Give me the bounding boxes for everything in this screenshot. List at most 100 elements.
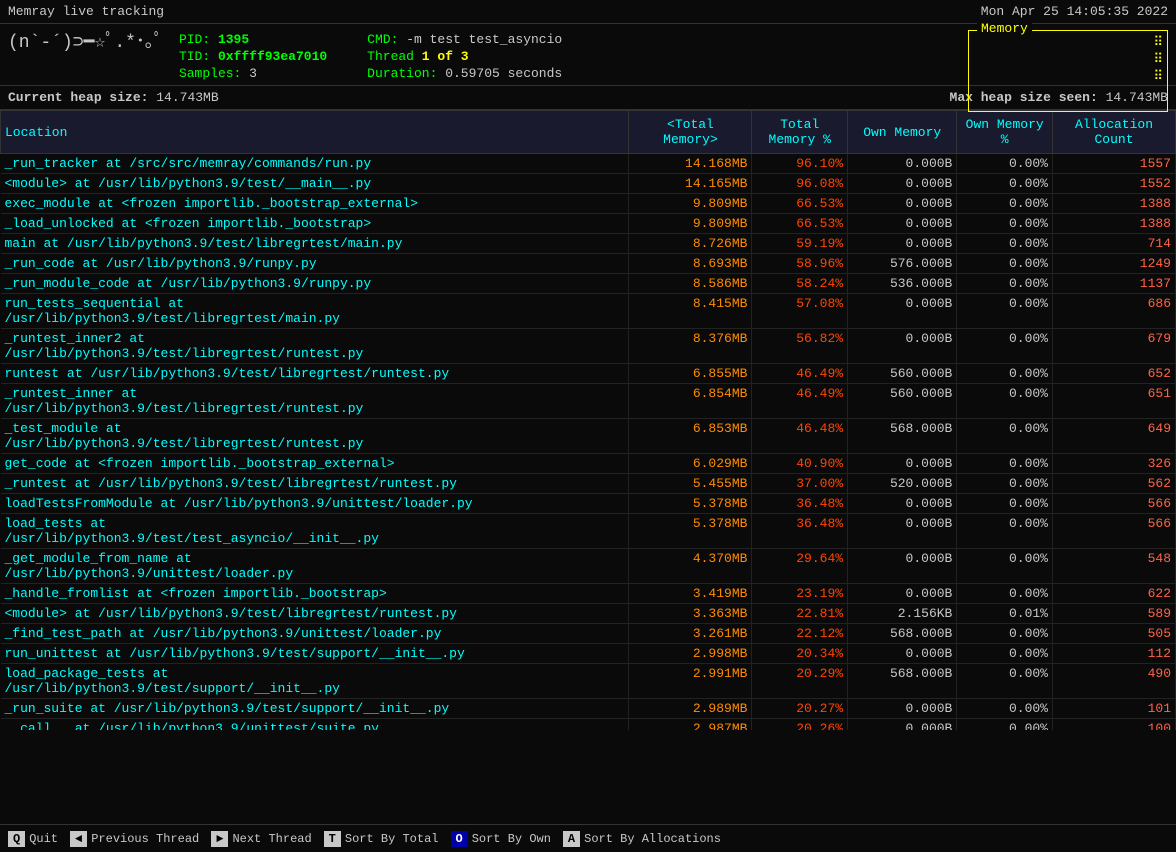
cell-alloc: 1557 (1052, 154, 1175, 174)
cell-location: get_code at <frozen importlib._bootstrap… (1, 454, 629, 474)
sort-own-key[interactable]: O (451, 831, 468, 847)
table-row: _test_module at /usr/lib/python3.9/test/… (1, 419, 1176, 454)
cell-total-pct: 66.53% (752, 194, 848, 214)
sort-own-label: Sort By Own (472, 832, 551, 846)
cell-own-pct: 0.00% (957, 699, 1053, 719)
cell-total: 6.855MB (629, 364, 752, 384)
memory-box: Memory ⠿ ⠿ ⠿ (968, 30, 1168, 112)
cell-own-pct: 0.00% (957, 294, 1053, 329)
cell-total-pct: 57.08% (752, 294, 848, 329)
table-body: _run_tracker at /src/src/memray/commands… (1, 154, 1176, 731)
table-row: runtest at /usr/lib/python3.9/test/libre… (1, 364, 1176, 384)
cell-total: 6.853MB (629, 419, 752, 454)
table-row: _run_tracker at /src/src/memray/commands… (1, 154, 1176, 174)
cell-own-pct: 0.00% (957, 494, 1053, 514)
table-row: <module> at /usr/lib/python3.9/test/__ma… (1, 174, 1176, 194)
cell-alloc: 566 (1052, 494, 1175, 514)
cell-total: 2.987MB (629, 719, 752, 731)
cell-own-pct: 0.00% (957, 274, 1053, 294)
cell-location: _handle_fromlist at <frozen importlib._b… (1, 584, 629, 604)
cell-alloc: 1137 (1052, 274, 1175, 294)
cell-total-pct: 96.08% (752, 174, 848, 194)
cell-total: 9.809MB (629, 214, 752, 234)
cell-own: 0.000B (848, 699, 957, 719)
col-own-memory: Own Memory (848, 111, 957, 154)
cell-own: 0.000B (848, 214, 957, 234)
cell-own: 568.000B (848, 624, 957, 644)
prev-key[interactable]: ◄ (70, 831, 87, 847)
cell-location: _load_unlocked at <frozen importlib._boo… (1, 214, 629, 234)
cell-own-pct: 0.00% (957, 644, 1053, 664)
cell-total-pct: 20.29% (752, 664, 848, 699)
cell-own-pct: 0.00% (957, 234, 1053, 254)
cell-own: 520.000B (848, 474, 957, 494)
cell-own: 560.000B (848, 384, 957, 419)
cmd-info: CMD: -m test test_asyncio Thread 1 of 3 … (367, 28, 562, 81)
cell-total: 8.693MB (629, 254, 752, 274)
samples-row: Samples: 3 (179, 66, 327, 81)
cell-own: 0.000B (848, 719, 957, 731)
cell-total: 14.165MB (629, 174, 752, 194)
cell-own: 576.000B (848, 254, 957, 274)
col-location: Location (1, 111, 629, 154)
table-row: loadTestsFromModule at /usr/lib/python3.… (1, 494, 1176, 514)
cell-own-pct: 0.00% (957, 254, 1053, 274)
cell-own-pct: 0.00% (957, 719, 1053, 731)
cell-alloc: 649 (1052, 419, 1175, 454)
cell-location: _get_module_from_name at /usr/lib/python… (1, 549, 629, 584)
cell-total: 5.378MB (629, 514, 752, 549)
cell-own-pct: 0.00% (957, 364, 1053, 384)
table-row: main at /usr/lib/python3.9/test/libregrt… (1, 234, 1176, 254)
cell-own-pct: 0.00% (957, 514, 1053, 549)
cell-own: 0.000B (848, 234, 957, 254)
cell-own: 0.000B (848, 549, 957, 584)
cell-total: 3.363MB (629, 604, 752, 624)
cell-own-pct: 0.00% (957, 474, 1053, 494)
table-row: _runtest_inner at /usr/lib/python3.9/tes… (1, 384, 1176, 419)
thread-row: Thread 1 of 3 (367, 49, 562, 64)
table-row: exec_module at <frozen importlib._bootst… (1, 194, 1176, 214)
cell-own: 0.000B (848, 584, 957, 604)
tid-row: TID: 0xffff93ea7010 (179, 49, 327, 64)
cell-own-pct: 0.00% (957, 154, 1053, 174)
table-row: _run_module_code at /usr/lib/python3.9/r… (1, 274, 1176, 294)
cell-own: 0.000B (848, 329, 957, 364)
cell-total: 14.168MB (629, 154, 752, 174)
cell-total-pct: 36.48% (752, 514, 848, 549)
cell-location: <module> at /usr/lib/python3.9/test/libr… (1, 604, 629, 624)
cell-own: 536.000B (848, 274, 957, 294)
cell-location: loadTestsFromModule at /usr/lib/python3.… (1, 494, 629, 514)
cell-own: 0.000B (848, 194, 957, 214)
cell-alloc: 589 (1052, 604, 1175, 624)
current-heap: Current heap size: 14.743MB (8, 90, 219, 105)
cell-location: <module> at /usr/lib/python3.9/test/__ma… (1, 174, 629, 194)
cell-total-pct: 29.64% (752, 549, 848, 584)
col-alloc-count: AllocationCount (1052, 111, 1175, 154)
info-panel: (n`-´)⊃━☆ﾟ.*･｡ﾟ PID: 1395 TID: 0xffff93e… (0, 24, 1176, 86)
sort-total-label: Sort By Total (345, 832, 439, 846)
cell-own: 568.000B (848, 664, 957, 699)
sort-total-key[interactable]: T (324, 831, 341, 847)
cell-location: run_tests_sequential at /usr/lib/python3… (1, 294, 629, 329)
cell-total-pct: 20.34% (752, 644, 848, 664)
cell-total-pct: 96.10% (752, 154, 848, 174)
cell-total-pct: 46.48% (752, 419, 848, 454)
cell-total-pct: 22.12% (752, 624, 848, 644)
cell-location: _run_module_code at /usr/lib/python3.9/r… (1, 274, 629, 294)
cell-total: 8.415MB (629, 294, 752, 329)
cell-location: load_tests at /usr/lib/python3.9/test/te… (1, 514, 629, 549)
cell-own: 2.156KB (848, 604, 957, 624)
cell-alloc: 1249 (1052, 254, 1175, 274)
sort-alloc-key[interactable]: A (563, 831, 580, 847)
cell-location: run_unittest at /usr/lib/python3.9/test/… (1, 644, 629, 664)
datetime: Mon Apr 25 14:05:35 2022 (981, 4, 1168, 19)
cell-total-pct: 20.26% (752, 719, 848, 731)
pid-row: PID: 1395 (179, 32, 327, 47)
table-header-row: Location <TotalMemory> TotalMemory % Own… (1, 111, 1176, 154)
cell-location: __call__ at /usr/lib/python3.9/unittest/… (1, 719, 629, 731)
cell-total: 5.378MB (629, 494, 752, 514)
next-key[interactable]: ► (211, 831, 228, 847)
cell-own-pct: 0.00% (957, 194, 1053, 214)
cell-total: 8.586MB (629, 274, 752, 294)
quit-key[interactable]: Q (8, 831, 25, 847)
